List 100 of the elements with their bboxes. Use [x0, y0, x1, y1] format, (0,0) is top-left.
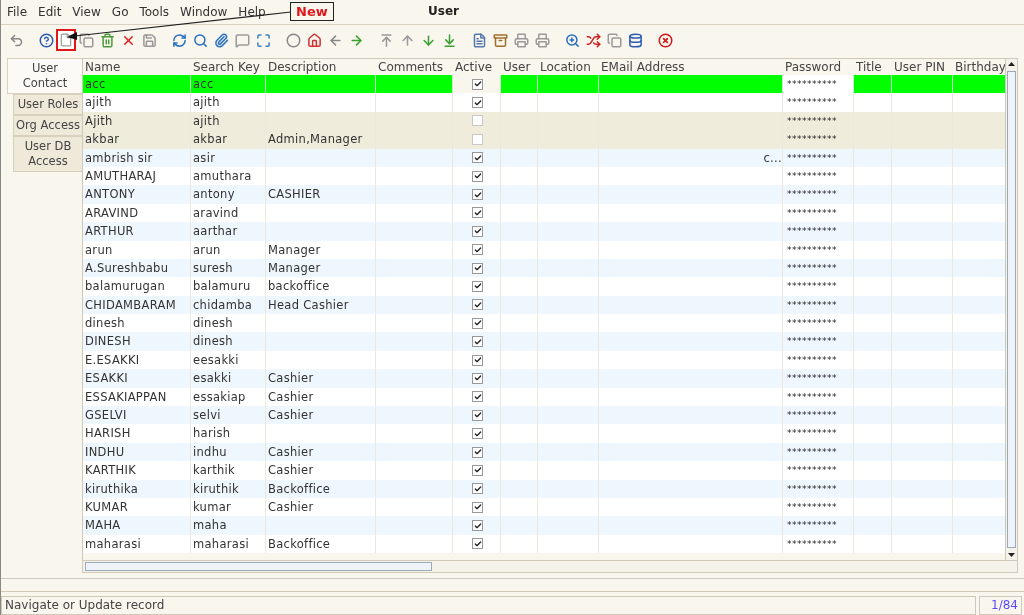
active-checkbox[interactable]	[472, 354, 483, 366]
active-checkbox[interactable]	[472, 170, 483, 182]
active-checkbox[interactable]	[472, 391, 483, 403]
column-header[interactable]: User PIN	[892, 59, 953, 75]
table-row[interactable]: akbar akbar Admin,Manager **********	[83, 130, 1005, 149]
active-checkbox[interactable]	[472, 464, 483, 476]
column-header[interactable]: EMail Address	[599, 59, 783, 75]
column-header[interactable]: Password	[783, 59, 854, 75]
archive-icon[interactable]	[491, 31, 509, 49]
menu-item[interactable]: Edit	[38, 5, 62, 19]
column-header[interactable]: Location	[538, 59, 599, 75]
active-checkbox[interactable]	[472, 538, 483, 550]
table-row[interactable]: ESAKKI esakki Cashier **********	[83, 369, 1005, 388]
table-row[interactable]: ajith ajith **********	[83, 93, 1005, 112]
table-cell-text: INDHU	[85, 443, 125, 461]
side-tab[interactable]: Org Access	[13, 115, 82, 136]
circle-icon[interactable]	[284, 31, 302, 49]
active-checkbox[interactable]	[472, 152, 483, 164]
table-row[interactable]: GSELVI selvi Cashier **********	[83, 406, 1005, 425]
active-checkbox[interactable]	[472, 299, 483, 311]
active-checkbox[interactable]	[472, 262, 483, 274]
table-cell-text: ambrish sir	[85, 149, 153, 167]
table-cell-text: kumar	[193, 499, 232, 516]
save-icon[interactable]	[140, 31, 158, 49]
table-cell-text: Head Cashier	[268, 296, 349, 314]
table-row[interactable]: ANTONY antony CASHIER **********	[83, 185, 1005, 204]
home-icon[interactable]	[305, 31, 323, 49]
menu-item[interactable]: Help	[238, 5, 266, 19]
active-checkbox[interactable]	[472, 372, 483, 384]
active-checkbox[interactable]	[472, 409, 483, 421]
active-checkbox[interactable]	[472, 520, 483, 532]
paperclip-icon[interactable]	[212, 31, 230, 49]
new-record-icon[interactable]	[58, 31, 74, 49]
close-icon[interactable]	[656, 31, 674, 49]
table-row[interactable]: balamurugan balamuru backoffice **********	[83, 277, 1005, 296]
table-row[interactable]: HARISH harish **********	[83, 424, 1005, 443]
active-checkbox[interactable]	[472, 244, 483, 256]
menu-item[interactable]: View	[72, 5, 101, 19]
table-cell-text: eesakki	[193, 351, 239, 369]
side-tab[interactable]: User Contact	[7, 58, 82, 94]
horizontal-scrollbar[interactable]	[83, 560, 1017, 572]
refresh-icon[interactable]	[170, 31, 188, 49]
active-checkbox[interactable]	[472, 446, 483, 458]
column-header[interactable]: User	[501, 59, 538, 75]
table-row[interactable]: DINESH dinesh **********	[83, 332, 1005, 351]
vertical-scrollbar[interactable]	[1005, 59, 1017, 560]
column-header[interactable]: Description	[266, 59, 376, 75]
active-checkbox[interactable]	[472, 336, 483, 348]
password-cell-text: **********	[786, 243, 837, 257]
active-checkbox[interactable]	[472, 97, 483, 109]
transfer-icon[interactable]	[584, 31, 602, 49]
table-cell-text: Cashier	[268, 407, 314, 425]
table-cell-text: akbar	[85, 131, 120, 149]
expand-icon[interactable]	[254, 31, 272, 49]
table-cell-text: ARAVIND	[85, 204, 139, 222]
help-icon[interactable]	[37, 31, 55, 49]
active-checkbox[interactable]	[472, 78, 483, 90]
table-row[interactable]: KARTHIK karthik Cashier **********	[83, 461, 1005, 480]
active-checkbox[interactable]	[472, 501, 483, 513]
table-cell-text: ajith	[85, 94, 112, 112]
active-checkbox[interactable]	[472, 428, 483, 440]
active-checkbox[interactable]	[472, 133, 483, 145]
password-cell-text: **********	[786, 206, 837, 220]
scroll-up-icon[interactable]	[1008, 62, 1015, 66]
side-tab[interactable]: User DB Access	[13, 136, 82, 172]
printer-icon[interactable]	[533, 31, 551, 49]
trash-icon[interactable]	[98, 31, 116, 49]
chat-icon[interactable]	[233, 31, 251, 49]
zoom-icon[interactable]	[563, 31, 581, 49]
password-cell-text: **********	[786, 482, 837, 496]
scroll-down-icon[interactable]	[1008, 553, 1015, 557]
column-header[interactable]: Title	[854, 59, 892, 75]
side-tab[interactable]: User Roles	[13, 94, 82, 115]
printer-icon[interactable]	[512, 31, 530, 49]
menu-item[interactable]: File	[7, 5, 28, 19]
active-checkbox[interactable]	[472, 115, 483, 127]
active-checkbox[interactable]	[472, 225, 483, 237]
menu-item[interactable]: Tools	[139, 5, 170, 19]
active-checkbox[interactable]	[472, 483, 483, 495]
table-row[interactable]: acc acc **********	[83, 75, 1005, 94]
password-cell-text: **********	[786, 317, 837, 331]
column-header[interactable]: Search Key	[191, 59, 266, 75]
column-header[interactable]: Birthday	[953, 59, 1005, 75]
column-header[interactable]: Name	[83, 59, 191, 75]
table-row[interactable]: dinesh dinesh **********	[83, 314, 1005, 333]
column-header[interactable]: Active	[453, 59, 501, 75]
table-row[interactable]: ARTHUR aarthar **********	[83, 222, 1005, 241]
active-checkbox[interactable]	[472, 189, 483, 201]
database-icon[interactable]	[626, 31, 644, 49]
copy-icon[interactable]	[77, 31, 95, 49]
column-header[interactable]: Comments	[376, 59, 453, 75]
table-cell-text: karthik	[193, 462, 235, 480]
active-checkbox[interactable]	[472, 281, 483, 292]
menu-item[interactable]: Go	[111, 5, 129, 19]
active-checkbox[interactable]	[472, 207, 483, 219]
active-checkbox[interactable]	[472, 317, 483, 329]
search-icon[interactable]	[191, 31, 209, 49]
password-cell-text: **********	[786, 280, 837, 294]
menu-item[interactable]: Window	[180, 5, 228, 19]
table-row[interactable]: MAHA maha **********	[83, 516, 1005, 535]
